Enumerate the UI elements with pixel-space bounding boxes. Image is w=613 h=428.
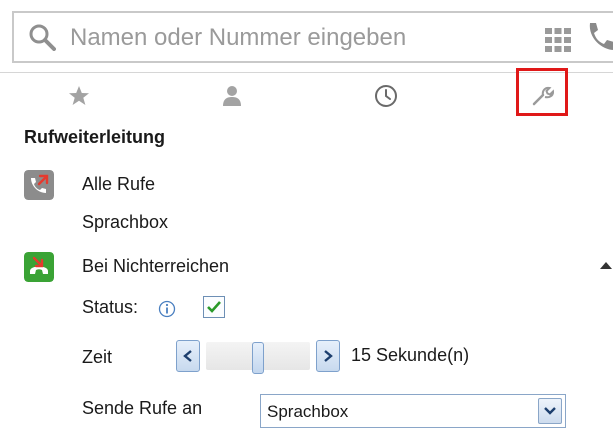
send-calls-value: Sprachbox (267, 402, 349, 421)
send-calls-select[interactable]: Sprachbox (260, 394, 566, 428)
settings-tab-highlight (516, 68, 568, 116)
dropdown-button[interactable] (538, 398, 562, 424)
decrease-button[interactable] (176, 340, 200, 372)
all-calls-target: Sprachbox (82, 212, 169, 232)
all-calls-label: Alle Rufe (82, 174, 156, 194)
info-icon[interactable] (158, 300, 176, 318)
chevron-right-icon (324, 350, 333, 362)
dialpad-icon[interactable] (544, 27, 572, 53)
search-bar (12, 11, 613, 63)
collapse-arrow-icon[interactable] (600, 262, 612, 269)
phone-icon[interactable] (584, 20, 613, 52)
forward-all-icon (24, 170, 54, 200)
time-slider-thumb[interactable] (252, 342, 264, 374)
person-icon (223, 86, 241, 106)
tab-history[interactable] (368, 80, 404, 112)
checkmark-icon (207, 301, 221, 313)
chevron-down-icon (544, 407, 556, 415)
status-label: Status: (82, 297, 139, 317)
clock-icon (375, 85, 397, 107)
increase-button[interactable] (316, 340, 340, 372)
search-input[interactable] (70, 21, 470, 55)
no-answer-icon (24, 252, 54, 282)
tab-favorites[interactable] (61, 80, 97, 112)
time-stepper (176, 340, 340, 374)
time-slider-track[interactable] (206, 342, 310, 374)
send-calls-label: Sende Rufe an (82, 398, 203, 418)
search-icon (29, 24, 56, 51)
status-checkbox[interactable] (203, 296, 225, 318)
time-label: Zeit (82, 347, 113, 367)
star-icon (69, 86, 89, 105)
tab-contacts[interactable] (214, 80, 250, 112)
no-answer-label: Bei Nichterreichen (82, 256, 230, 276)
section-title: Rufweiterleitung (24, 127, 166, 147)
chevron-left-icon (183, 350, 192, 362)
time-value: 15 Sekunde(n) (351, 345, 470, 365)
